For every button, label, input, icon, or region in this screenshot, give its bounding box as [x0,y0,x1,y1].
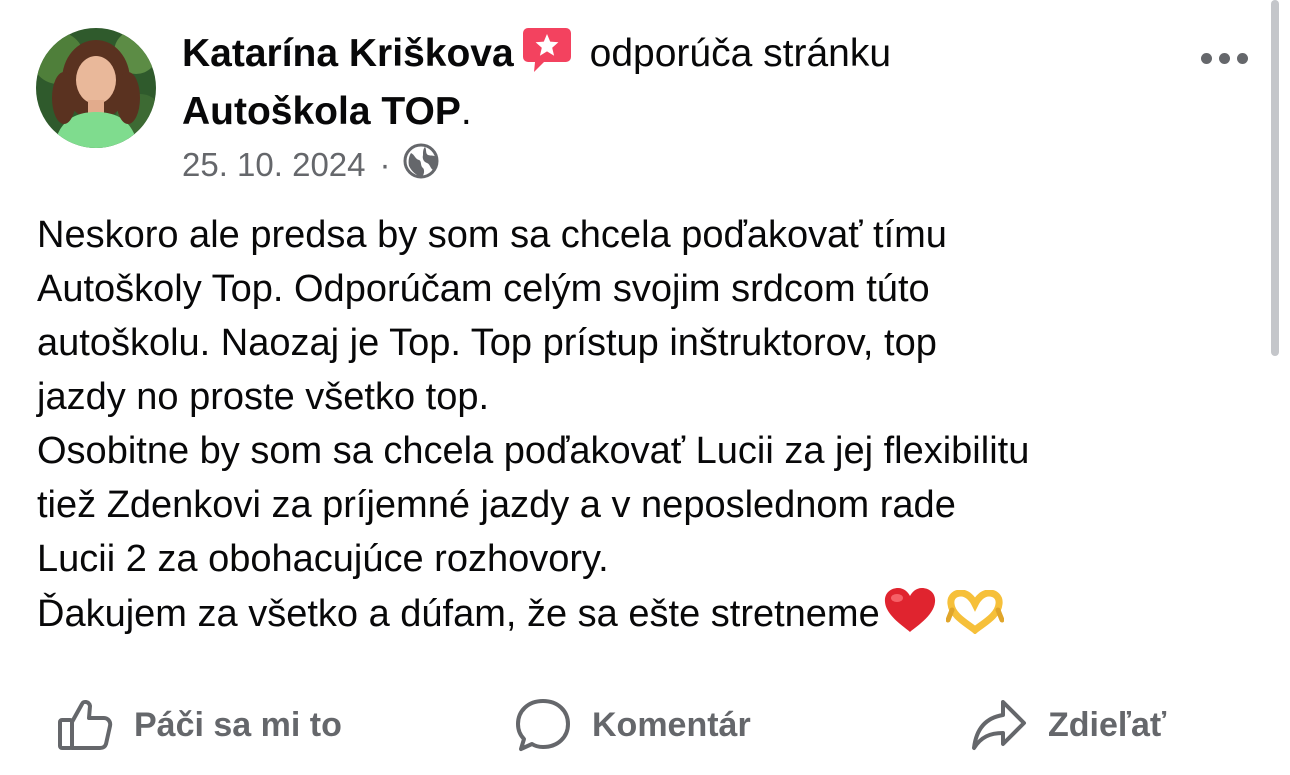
comment-button[interactable]: Komentár [514,690,751,760]
post-body-line: Ďakujem za všetko a dúfam, že sa ešte st… [37,593,880,635]
more-dot [1200,52,1212,64]
more-options-icon[interactable] [1192,40,1256,76]
share-label: Zdieľať [1048,705,1167,744]
post-body-line: Autoškoly Top. Odporúčam celým svojim sr… [37,268,930,310]
post-actions: Páči sa mi to Komentár Zdieľať [0,690,1290,760]
heart-emoji [882,586,938,649]
recommendation-text: odporúča stránku [589,32,892,75]
comment-icon [516,699,570,751]
thumbs-up-icon [58,699,113,750]
comment-label: Komentár [592,705,751,744]
post-meta: 25. 10. 2024 · [182,143,439,187]
post-body: Neskoro ale predsa by som sa chcela poďa… [37,208,1262,649]
like-label: Páči sa mi to [134,705,342,744]
share-icon [972,700,1026,750]
post-body-last-line: Ďakujem za všetko a dúfam, že sa ešte st… [37,586,1262,649]
post-body-line: tiež Zdenkovi za príjemné jazdy a v nepo… [37,484,956,526]
recommended-page: Autoškola TOP. [182,88,472,136]
globe-icon [403,143,439,187]
post-header: Katarína Kriškova odporúča stránku [182,26,891,86]
more-dot [1236,52,1248,64]
recommend-star-icon [522,26,572,86]
share-button[interactable]: Zdieľať [970,690,1166,760]
post-body-line: Osobitne by som sa chcela poďakovať Luci… [37,430,1030,472]
author-avatar[interactable] [36,28,156,148]
page-name-link[interactable]: Autoškola TOP [182,90,461,133]
like-button[interactable]: Páči sa mi to [56,690,342,760]
post-body-line: jazdy no proste všetko top. [37,376,490,418]
post-body-line: autoškolu. Naozaj je Top. Top prístup in… [37,322,937,364]
page-name-suffix: . [460,90,472,133]
scrollbar[interactable] [1271,0,1279,356]
post-body-line: Lucii 2 za obohacujúce rozhovory. [37,538,609,580]
post-date[interactable]: 25. 10. 2024 [182,146,366,184]
post-body-line: Neskoro ale predsa by som sa chcela poďa… [37,214,947,256]
more-dot [1218,52,1230,64]
author-name[interactable]: Katarína Kriškova [182,32,514,75]
heart-hands-emoji [945,589,1005,649]
meta-separator: · [379,146,391,183]
